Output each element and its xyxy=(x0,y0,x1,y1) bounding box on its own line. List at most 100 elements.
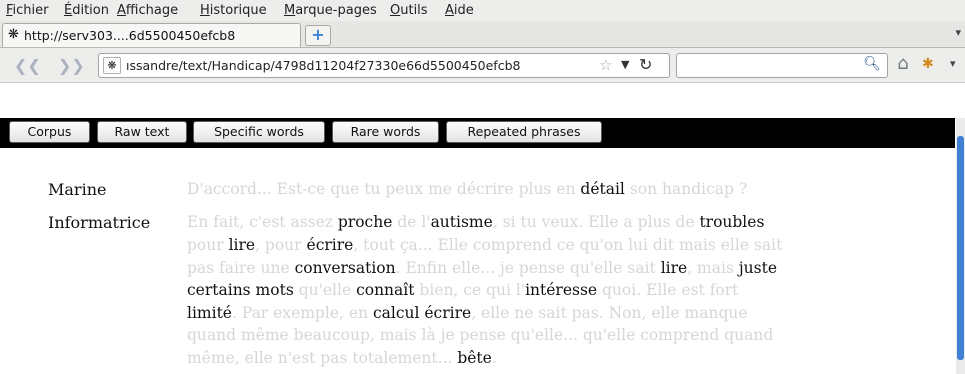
highlighted-word: lire xyxy=(660,259,688,277)
faded-text: comprend xyxy=(472,236,552,254)
url-history-chevron-icon[interactable]: ▼ xyxy=(621,58,629,71)
faded-text: bien, ce qui l' xyxy=(414,281,526,299)
faded-text: quand même beaucoup xyxy=(187,326,370,344)
faded-text: une xyxy=(255,259,295,277)
faded-text: Est-ce que tu xyxy=(276,180,386,198)
highlighted-word: écrire xyxy=(424,304,472,322)
dialogue-line: même, elle n'est pas totalement... bête. xyxy=(187,349,497,367)
faded-text: peux xyxy=(385,180,424,198)
menu-bar: Fichier Édition Affichage Historique Mar… xyxy=(0,0,965,21)
home-icon[interactable]: ⌂ xyxy=(892,54,914,76)
highlighted-word: intéresse xyxy=(525,281,598,299)
bookmark-star-icon[interactable]: ☆ xyxy=(599,56,612,74)
menu-fichier[interactable]: Fichier xyxy=(6,3,49,18)
faded-text: ... xyxy=(437,349,458,367)
raw-text-button[interactable]: Raw text xyxy=(97,121,187,143)
specific-words-button[interactable]: Specific words xyxy=(193,121,325,143)
dialogue-line: quand même beaucoup, mais là je pense qu… xyxy=(187,326,773,344)
forward-arrow-icon[interactable]: ❯❯ xyxy=(58,56,85,75)
faded-text: quand xyxy=(719,326,774,344)
faded-text: pas. Non, elle xyxy=(566,304,685,322)
faded-text: quoi. Elle est xyxy=(597,281,710,299)
faded-text: faire xyxy=(219,259,256,277)
faded-text: manque xyxy=(684,304,748,322)
highlighted-word: détail xyxy=(580,180,625,198)
faded-text: totalement xyxy=(352,349,438,367)
faded-text: ce qu'on lui dit mais elle xyxy=(551,236,754,254)
faded-text: , elle ne xyxy=(471,304,539,322)
faded-text: même, elle n'est pas xyxy=(187,349,353,367)
highlighted-word: calcul xyxy=(372,304,420,322)
repeated-phrases-button[interactable]: Repeated phrases xyxy=(446,121,602,143)
highlighted-word: bête xyxy=(457,349,492,367)
corpus-button[interactable]: Corpus xyxy=(9,121,90,143)
speaker-informatrice: Informatrice xyxy=(48,213,151,232)
dialogue-line: limité. Par exemple, en calcul écrire, e… xyxy=(187,304,748,322)
faded-text: veux xyxy=(541,213,579,231)
highlighted-word: autisme xyxy=(430,213,493,231)
faded-text: son handicap ? xyxy=(624,180,748,198)
tab-strip: ❋ http://serv303....6d5500450efcb8 + ▾ xyxy=(0,21,965,48)
menu-edition[interactable]: Édition xyxy=(64,3,109,18)
tab-list-chevron-icon[interactable]: ▾ xyxy=(955,26,961,39)
dialogue-line: En fait, c'est assez proche de l'autisme… xyxy=(187,213,764,231)
search-field[interactable]: 🔍︎ xyxy=(676,53,888,78)
highlighted-word: certains mots xyxy=(187,281,294,299)
faded-text: assez xyxy=(290,213,338,231)
highlighted-word: connaît xyxy=(356,281,415,299)
back-arrow-icon[interactable]: ❮❮ xyxy=(14,56,41,75)
faded-text: décrire xyxy=(456,180,514,198)
faded-text: fort xyxy=(709,281,739,299)
new-tab-button[interactable]: + xyxy=(305,25,331,46)
faded-text: me xyxy=(423,180,457,198)
highlighted-word: lire xyxy=(228,236,256,254)
scrollbar-thumb[interactable] xyxy=(957,136,964,360)
dialogue-line: certains mots qu'elle connaît bien, ce q… xyxy=(187,281,738,299)
faded-text: , tout ça... Elle xyxy=(353,236,473,254)
faded-text: sait xyxy=(753,236,783,254)
navigation-bar: ❮❮ ❯❯ ❋ ıssandre/text/Handicap/4798d1120… xyxy=(0,48,965,83)
extension-icon[interactable]: ✱ xyxy=(922,56,934,72)
speaker-marine: Marine xyxy=(48,180,107,199)
dialogue-line: D'accord... Est-ce que tu peux me décrir… xyxy=(187,180,747,198)
faded-text: . Elle a plus de xyxy=(578,213,700,231)
menu-marque-pages[interactable]: Marque-pages xyxy=(284,3,377,18)
menu-affichage[interactable]: Affichage xyxy=(117,3,178,18)
url-bar[interactable]: ❋ ıssandre/text/Handicap/4798d11204f2733… xyxy=(98,53,670,78)
faded-text: D'accord... xyxy=(187,180,277,198)
dialogue-line: pour lire, pour écrire, tout ça... Elle … xyxy=(187,236,782,254)
faded-text: . xyxy=(491,349,497,367)
rare-words-button[interactable]: Rare words xyxy=(332,121,439,143)
menu-historique[interactable]: Historique xyxy=(200,3,267,18)
highlighted-word: écrire xyxy=(306,236,354,254)
faded-text: pour xyxy=(187,236,229,254)
site-favicon-icon: ❋ xyxy=(8,27,19,42)
faded-text: sait xyxy=(627,259,656,277)
faded-text: En fait, c'est xyxy=(187,213,291,231)
highlighted-word: conversation xyxy=(294,259,396,277)
highlighted-word: juste xyxy=(738,259,777,277)
site-identity-icon[interactable]: ❋ xyxy=(103,57,121,74)
faded-text: , si tu xyxy=(492,213,542,231)
url-text[interactable]: ıssandre/text/Handicap/4798d11204f27330e… xyxy=(126,58,520,73)
toolbar-overflow-chevron-icon[interactable]: ▾ xyxy=(950,57,956,70)
faded-text: de l' xyxy=(392,213,431,231)
faded-text: plus en xyxy=(513,180,581,198)
corpus-toolbar: Corpus Raw text Specific words Rare word… xyxy=(0,118,955,148)
search-icon[interactable]: 🔍︎ xyxy=(863,56,881,72)
tab-title: http://serv303....6d5500450efcb8 xyxy=(24,28,236,43)
faded-text: qu'elle xyxy=(293,281,357,299)
menu-aide[interactable]: Aide xyxy=(445,3,474,18)
faded-text: sait xyxy=(538,304,567,322)
faded-text: comprend xyxy=(640,326,720,344)
highlighted-word: proche xyxy=(337,213,393,231)
dialogue-line: pas faire une conversation. Enfin elle..… xyxy=(187,259,777,277)
menu-outils[interactable]: Outils xyxy=(390,3,428,18)
browser-tab[interactable]: ❋ http://serv303....6d5500450efcb8 xyxy=(2,23,301,47)
faded-text: , mais là je pense qu'elle... qu'elle xyxy=(369,326,641,344)
reload-icon[interactable]: ↻ xyxy=(639,55,652,74)
faded-text: , mais xyxy=(687,259,739,277)
faded-text: . Enfin elle... je pense qu'elle xyxy=(395,259,628,277)
faded-text: pas xyxy=(187,259,220,277)
vertical-scrollbar[interactable] xyxy=(956,118,965,374)
